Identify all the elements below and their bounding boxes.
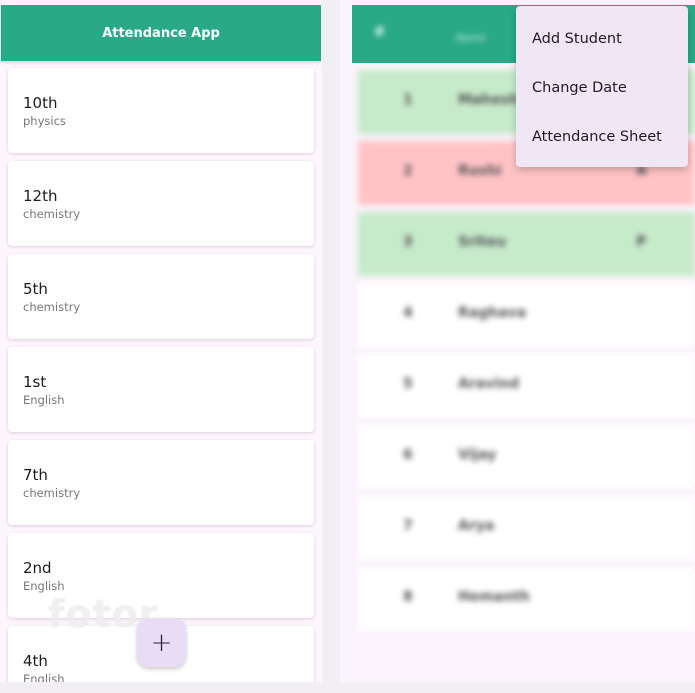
overflow-menu: Add Student Change Date Attendance Sheet	[516, 6, 688, 167]
add-class-button[interactable]: +	[137, 618, 186, 667]
class-subject: chemistry	[23, 300, 81, 314]
student-row[interactable]: 8 Hemanth	[358, 567, 695, 631]
class-card-7th[interactable]: 7th chemistry	[8, 440, 314, 525]
menu-item-change-date[interactable]: Change Date	[532, 80, 627, 96]
student-number: 5	[403, 376, 413, 392]
student-row[interactable]: 5 Aravind	[358, 354, 695, 418]
menu-item-attendance-sheet[interactable]: Attendance Sheet	[532, 129, 662, 145]
student-name: Sriteu	[458, 234, 506, 250]
app-title: Attendance App	[102, 25, 220, 41]
class-name: 1st	[23, 373, 47, 391]
student-name: Hemanth	[458, 589, 530, 605]
class-name: 12th	[23, 187, 58, 205]
student-number: 7	[403, 518, 413, 534]
student-name: Arya	[458, 518, 495, 534]
class-card-12th[interactable]: 12th chemistry	[8, 161, 314, 246]
name-column-header: Name	[456, 33, 486, 44]
class-card-5th[interactable]: 5th chemistry	[8, 254, 314, 339]
student-number: 4	[403, 305, 413, 321]
student-row[interactable]: 3 Sriteu P	[358, 212, 695, 276]
student-row[interactable]: 6 Vijay	[358, 425, 695, 489]
class-card-10th[interactable]: 10th physics	[8, 68, 314, 153]
menu-item-add-student[interactable]: Add Student	[532, 31, 622, 47]
student-name: Aravind	[458, 376, 520, 392]
attendance-mark[interactable]: P	[636, 234, 646, 250]
number-column-header: #	[374, 25, 385, 40]
student-name: Vijay	[458, 447, 497, 463]
student-name: Mahesh	[458, 92, 520, 108]
student-name: Rushi	[458, 163, 502, 179]
student-number: 8	[403, 589, 413, 605]
class-subject: chemistry	[23, 207, 81, 221]
student-number: 6	[403, 447, 413, 463]
class-card-1st[interactable]: 1st English	[8, 347, 314, 432]
class-list-screen: 10th physics 12th chemistry 5th chemistr…	[0, 0, 322, 682]
class-name: 2nd	[23, 559, 52, 577]
student-row[interactable]: 4 Raghava	[358, 283, 695, 347]
class-subject: chemistry	[23, 486, 81, 500]
bottom-strip	[0, 682, 695, 693]
student-name: Raghava	[458, 305, 527, 321]
plus-icon: +	[150, 627, 173, 658]
student-number: 1	[403, 92, 413, 108]
student-number: 3	[403, 234, 413, 250]
class-subject: English	[23, 672, 65, 682]
class-name: 10th	[23, 94, 58, 112]
student-row[interactable]: 7 Arya	[358, 496, 695, 560]
class-name: 7th	[23, 466, 48, 484]
class-name: 5th	[23, 280, 48, 298]
student-number: 2	[403, 163, 413, 179]
class-subject: English	[23, 393, 65, 407]
app-bar: Attendance App	[1, 5, 321, 61]
class-subject: physics	[23, 114, 66, 128]
